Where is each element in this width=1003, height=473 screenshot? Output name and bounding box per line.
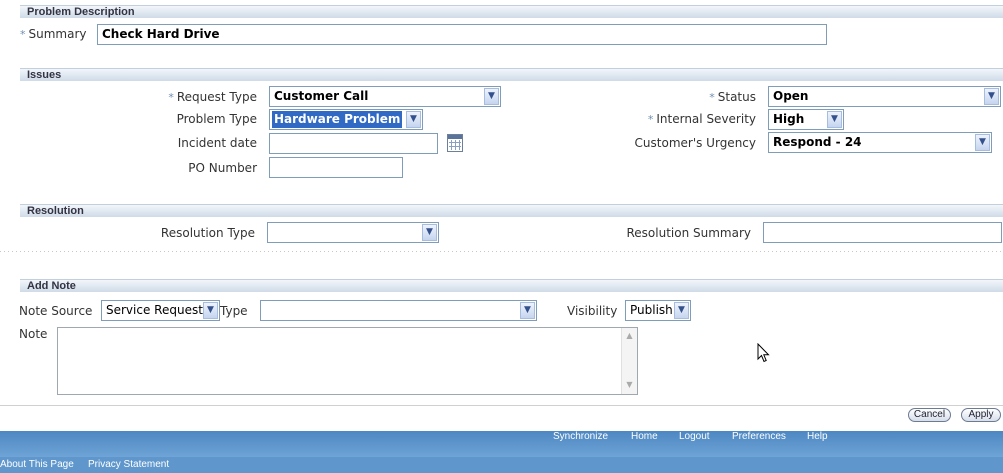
resolution-type-label: Resolution Type — [160, 226, 255, 240]
resolution-type-select[interactable]: ▼ — [267, 222, 439, 243]
footer-link-logout[interactable]: Logout — [679, 431, 710, 442]
chevron-down-icon[interactable]: ▼ — [674, 302, 689, 319]
chevron-down-icon[interactable]: ▼ — [484, 88, 499, 105]
internal-severity-label: * Internal Severity — [647, 112, 756, 126]
note-type-label: Type — [220, 304, 248, 318]
incident-date-input[interactable] — [269, 133, 438, 154]
footer-link-home[interactable]: Home — [631, 431, 658, 442]
request-type-label: * Request Type — [168, 90, 257, 104]
required-icon: * — [168, 91, 174, 104]
customer-urgency-select[interactable]: Respond - 24 ▼ — [768, 132, 992, 153]
summary-label: * Summary — [20, 27, 87, 41]
note-textarea[interactable] — [57, 327, 638, 395]
footer-link-preferences[interactable]: Preferences — [732, 431, 786, 442]
chevron-down-icon[interactable]: ▼ — [422, 224, 437, 241]
po-number-label: PO Number — [188, 161, 257, 175]
note-type-select[interactable]: ▼ — [260, 300, 537, 321]
status-select[interactable]: Open ▼ — [768, 86, 1001, 107]
footer-bar — [0, 431, 1003, 457]
scroll-up-icon[interactable]: ▲ — [623, 329, 636, 343]
status-label: * Status — [709, 90, 756, 104]
cancel-button[interactable]: Cancel — [908, 408, 951, 422]
scroll-down-icon[interactable]: ▼ — [623, 378, 636, 392]
visibility-select[interactable]: Publish ▼ — [625, 300, 691, 321]
resolution-summary-label: Resolution Summary — [626, 226, 751, 240]
required-icon: * — [647, 113, 654, 126]
problem-type-label: Problem Type — [176, 112, 257, 126]
footer-link-help[interactable]: Help — [807, 431, 828, 442]
chevron-down-icon[interactable]: ▼ — [406, 111, 421, 128]
note-source-select[interactable]: Service Request ▼ — [101, 300, 220, 321]
note-source-label: Note Source — [19, 304, 93, 318]
request-type-select[interactable]: Customer Call ▼ — [269, 86, 501, 107]
resolution-header: Resolution — [20, 204, 1003, 217]
internal-severity-select[interactable]: High ▼ — [768, 109, 844, 130]
customer-urgency-label: Customer's Urgency — [634, 136, 756, 150]
add-note-header: Add Note — [20, 279, 1003, 292]
required-icon: * — [20, 28, 26, 41]
dotted-divider — [0, 251, 1003, 252]
po-number-input[interactable] — [269, 157, 403, 178]
resolution-summary-input[interactable] — [763, 222, 1002, 243]
incident-date-label: Incident date — [177, 136, 257, 150]
mouse-pointer-icon — [757, 343, 770, 363]
chevron-down-icon[interactable]: ▼ — [203, 302, 218, 319]
note-scrollbar[interactable]: ▲ ▼ — [621, 328, 637, 394]
actions-divider — [0, 405, 1003, 406]
privacy-statement-link[interactable]: Privacy Statement — [88, 459, 169, 470]
summary-input[interactable]: Check Hard Drive — [97, 24, 827, 45]
chevron-down-icon[interactable]: ▼ — [827, 111, 842, 128]
footer-link-synchronize[interactable]: Synchronize — [553, 431, 608, 442]
problem-type-select[interactable]: Hardware Problem ▼ — [269, 109, 423, 130]
chevron-down-icon[interactable]: ▼ — [520, 302, 535, 319]
about-page-link[interactable]: About This Page — [0, 459, 74, 470]
issues-header: Issues — [20, 68, 1003, 81]
calendar-icon[interactable] — [447, 134, 463, 152]
chevron-down-icon[interactable]: ▼ — [975, 134, 990, 151]
visibility-label: Visibility — [567, 304, 618, 318]
chevron-down-icon[interactable]: ▼ — [984, 88, 999, 105]
required-icon: * — [709, 91, 715, 104]
note-label: Note — [19, 327, 48, 341]
apply-button[interactable]: Apply — [961, 408, 1001, 422]
problem-description-header: Problem Description — [20, 5, 1003, 18]
